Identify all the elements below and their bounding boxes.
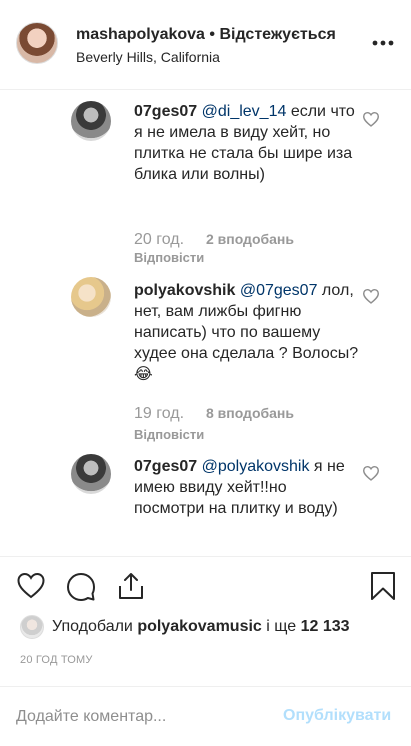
comment-username[interactable]: 07ges07 <box>134 103 197 120</box>
heart-icon[interactable] <box>362 288 380 304</box>
comment-mention[interactable]: @di_lev_14 <box>202 103 287 120</box>
likes-line: Уподобали polyakovamusic і ще 12 133 <box>52 618 350 636</box>
comment-time: 19 год. <box>134 405 185 422</box>
comment-username[interactable]: polyakovshik <box>134 282 235 299</box>
liker-avatar[interactable] <box>20 615 44 639</box>
publish-button[interactable]: Опублікувати <box>283 707 391 725</box>
comment-username[interactable]: 07ges07 <box>134 458 197 475</box>
reply-button[interactable]: Відповісти <box>134 250 204 265</box>
location-link[interactable]: Beverly Hills, California <box>76 49 220 65</box>
likes-prefix: Уподобали <box>52 618 133 635</box>
profile-avatar[interactable] <box>16 22 58 64</box>
comment-meta: 20 год. 2 вподобань <box>134 231 294 249</box>
bookmark-icon[interactable] <box>368 571 398 601</box>
header-title: mashapolyakova • Відстежується <box>76 26 336 44</box>
post-actions-bar <box>0 556 411 616</box>
comment-likes-count[interactable]: 2 вподобань <box>206 231 294 247</box>
share-upload-icon[interactable] <box>116 571 146 601</box>
liker-username[interactable]: polyakovamusic <box>137 618 262 635</box>
header-separator: • <box>209 26 216 43</box>
heart-icon[interactable] <box>362 465 380 481</box>
comment-mention[interactable]: @polyakovshik <box>202 458 310 475</box>
comment-meta: 19 год. 8 вподобань <box>134 405 294 423</box>
comment-bubble-icon[interactable] <box>66 571 96 601</box>
comment-likes-count[interactable]: 8 вподобань <box>206 405 294 421</box>
like-heart-icon[interactable] <box>16 571 46 601</box>
comment-text: 07ges07 @di_lev_14 если что я не имела в… <box>134 101 359 185</box>
likes-middle: і ще <box>266 618 297 635</box>
likes-count[interactable]: 12 133 <box>301 618 350 635</box>
likes-summary: Уподобали polyakovamusic і ще 12 133 <box>0 612 411 642</box>
comments-list[interactable]: 07ges07 @di_lev_14 если что я не имела в… <box>0 91 411 555</box>
add-comment-bar: Опублікувати <box>0 686 411 746</box>
reply-button[interactable]: Відповісти <box>134 427 204 442</box>
comment-text: 07ges07 @polyakovshik я не имею ввиду хе… <box>134 456 359 519</box>
profile-username[interactable]: mashapolyakova <box>76 26 205 43</box>
follow-status-button[interactable]: Відстежується <box>219 26 335 43</box>
comment-avatar[interactable] <box>71 101 111 141</box>
post-header: mashapolyakova • Відстежується Beverly H… <box>0 0 411 90</box>
comment-time: 20 год. <box>134 231 185 248</box>
more-options-button[interactable] <box>370 30 396 56</box>
post-timestamp[interactable]: 20 ГОД ТОМУ <box>20 654 93 666</box>
add-comment-input[interactable] <box>16 705 266 729</box>
comment-text: polyakovshik @07ges07 лол, нет, вам лижб… <box>134 280 359 385</box>
more-horizontal-icon <box>372 40 394 46</box>
comment-avatar[interactable] <box>71 454 111 494</box>
comment-avatar[interactable] <box>71 277 111 317</box>
heart-icon[interactable] <box>362 111 380 127</box>
comment-mention[interactable]: @07ges07 <box>240 282 318 299</box>
